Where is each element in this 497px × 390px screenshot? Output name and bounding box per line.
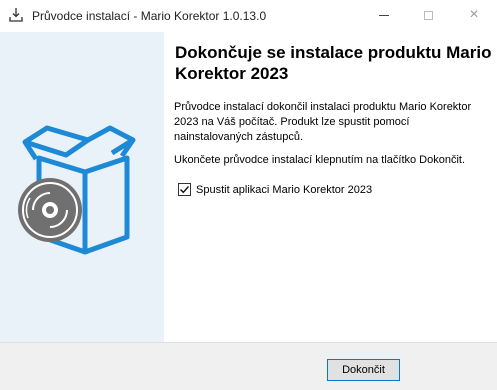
maximize-button[interactable] (405, 0, 451, 30)
page-title: Dokončuje se instalace produktu Mario Ko… (175, 43, 492, 83)
close-button[interactable]: × (451, 0, 497, 30)
checkmark-icon (180, 186, 190, 194)
title-bar[interactable]: Průvodce instalací - Mario Korektor 1.0.… (0, 0, 497, 32)
launch-app-label[interactable]: Spustit aplikaci Mario Korektor 2023 (196, 184, 372, 196)
minimize-icon (379, 14, 389, 16)
close-icon: × (469, 6, 479, 23)
installer-window: Průvodce instalací - Mario Korektor 1.0.… (0, 0, 497, 390)
minimize-button[interactable] (361, 0, 407, 30)
launch-app-checkbox[interactable] (178, 183, 191, 196)
wizard-banner (0, 32, 164, 342)
wizard-content: Dokončuje se instalace produktu Mario Ko… (164, 32, 497, 342)
completion-message: Průvodce instalací dokončil instalaci pr… (174, 101, 472, 143)
finish-instruction: Ukončete průvodce instalací klepnutím na… (174, 154, 466, 166)
finish-button-label: Dokončit (342, 364, 385, 376)
installer-download-icon (8, 7, 24, 23)
launch-app-option[interactable]: Spustit aplikaci Mario Korektor 2023 (178, 183, 372, 196)
software-box-with-disc-icon (18, 125, 136, 255)
window-title: Průvodce instalací - Mario Korektor 1.0.… (32, 9, 267, 23)
button-bar: Dokončit (0, 342, 497, 390)
finish-button[interactable]: Dokončit (327, 359, 400, 381)
maximize-icon (423, 10, 433, 20)
